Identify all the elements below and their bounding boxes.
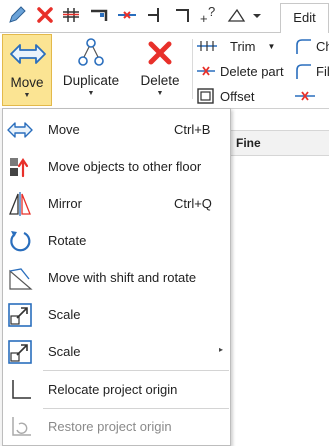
tab-edit[interactable]: Edit: [280, 3, 329, 33]
split-icon: [295, 91, 315, 101]
chamfer-button[interactable]: Ch: [294, 35, 329, 57]
quick-access-toolbar: + ? Edit: [0, 0, 329, 33]
angle-icon[interactable]: [226, 4, 248, 26]
wall-icon[interactable]: [88, 4, 110, 26]
menu-item-rotate[interactable]: Rotate: [3, 222, 230, 259]
menu-item-move-to-floor[interactable]: Move objects to other floor: [3, 148, 230, 185]
ribbon: Move ▼ Duplicate ▼ Delete ▼ Trim ▼ Delet…: [0, 33, 329, 109]
offset-icon: [197, 88, 214, 104]
menu-item-scale-submenu[interactable]: Scale ▸: [3, 333, 230, 370]
menu-item-scale[interactable]: Scale: [3, 296, 230, 333]
move-arrows-icon: [7, 122, 33, 138]
line-icon[interactable]: [144, 4, 166, 26]
split-tool-button[interactable]: [294, 85, 320, 107]
delete-part-button[interactable]: Delete part: [196, 60, 284, 82]
fillet-icon: [296, 64, 311, 79]
move-arrows-icon: [10, 44, 46, 64]
menu-item-relocate-origin[interactable]: Relocate project origin: [3, 371, 230, 408]
menu-item-restore-origin: Restore project origin: [3, 408, 230, 445]
corner-icon[interactable]: [172, 4, 194, 26]
chevron-down-icon: ▼: [267, 41, 276, 51]
menu-item-shift-rotate[interactable]: Move with shift and rotate: [3, 259, 230, 296]
table-header: Fine: [230, 130, 329, 156]
delete-part-icon: [197, 66, 215, 76]
rotate-icon: [10, 231, 31, 252]
chevron-down-icon: ▼: [156, 90, 164, 97]
fillet-button[interactable]: Fil: [294, 60, 329, 82]
menu-item-move[interactable]: Move Ctrl+B: [3, 111, 230, 148]
svg-text:+: +: [200, 11, 208, 26]
delete-button[interactable]: Delete ▼: [132, 33, 188, 107]
svg-text:?: ?: [208, 4, 215, 19]
chevron-down-icon: ▼: [87, 90, 95, 97]
menu-item-mirror[interactable]: Mirror Ctrl+Q: [3, 185, 230, 222]
move-floor-icon: [10, 158, 29, 178]
submenu-arrow-icon: ▸: [219, 345, 224, 354]
delete-x-icon: [148, 41, 172, 65]
chamfer-icon: [296, 39, 311, 54]
dimension-icon[interactable]: [60, 4, 82, 26]
delete-x-icon[interactable]: [34, 4, 56, 26]
move-button[interactable]: Move ▼: [2, 34, 52, 106]
restore-origin-icon: [12, 417, 31, 436]
scale-submenu-icon: [8, 340, 32, 364]
offset-button[interactable]: Offset: [196, 85, 254, 107]
scale-icon: [8, 303, 32, 327]
move-dropdown-menu: Move Ctrl+B Move objects to other floor …: [2, 108, 231, 446]
info-icon[interactable]: + ?: [198, 4, 220, 26]
duplicate-button[interactable]: Duplicate ▼: [58, 33, 124, 107]
split-icon[interactable]: [116, 4, 138, 26]
chevron-down-icon: ▼: [23, 92, 31, 99]
ribbon-divider: [192, 39, 193, 99]
origin-icon: [12, 380, 31, 399]
trim-icon: [197, 41, 217, 51]
duplicate-icon: [78, 38, 104, 66]
mirror-icon: [9, 192, 31, 216]
dropdown-icon[interactable]: [250, 4, 264, 26]
pencil-icon[interactable]: [6, 4, 28, 26]
trim-button[interactable]: Trim ▼: [196, 35, 275, 57]
shift-rotate-icon: [9, 268, 33, 290]
